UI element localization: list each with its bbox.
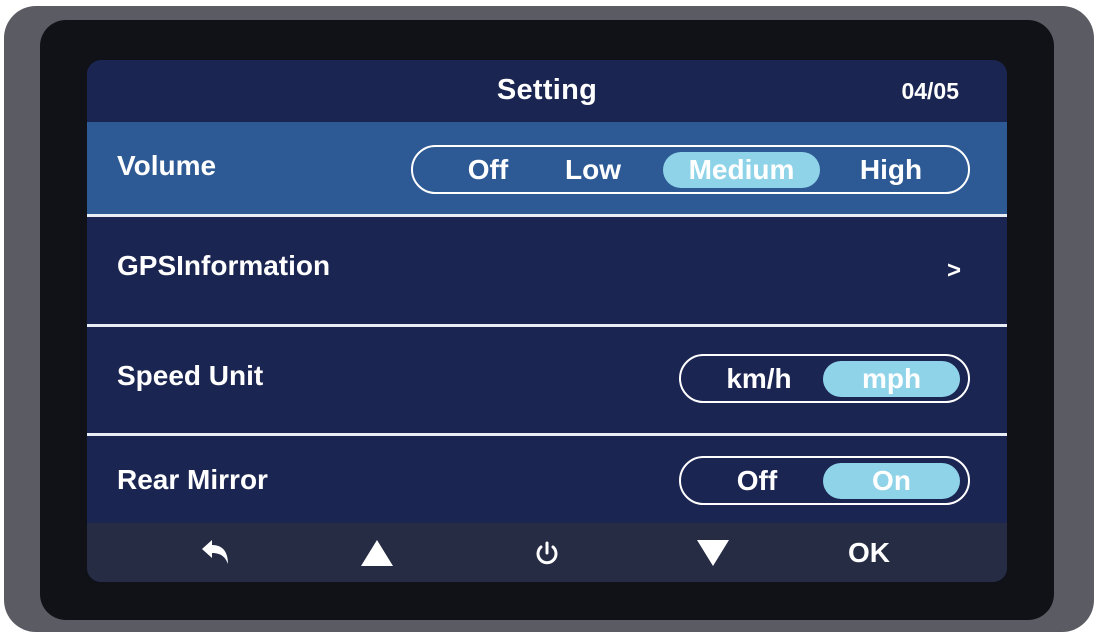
speed-unit-option-group: km/h mph (679, 354, 970, 403)
rear-mirror-option-group: Off On (679, 456, 970, 505)
up-button[interactable] (337, 523, 417, 582)
rear-mirror-option-off[interactable]: Off (717, 463, 797, 499)
speed-unit-option-kmh[interactable]: km/h (707, 361, 811, 397)
row-label-volume: Volume (117, 150, 217, 181)
volume-option-high[interactable]: High (845, 152, 937, 188)
down-arrow-icon (697, 539, 729, 566)
chevron-right-icon: > (946, 257, 961, 284)
ok-button[interactable]: OK (829, 523, 909, 582)
back-icon (202, 539, 228, 564)
volume-option-medium[interactable]: Medium (663, 151, 820, 188)
settings-row-volume[interactable]: Volume Off Low Medium High (87, 122, 1007, 216)
row-label-speed-unit: Speed Unit (117, 360, 264, 391)
bottom-navbar: OK (87, 523, 1007, 582)
settings-screen: Setting 04/05 Volume Off Low Medium High… (87, 60, 1007, 582)
volume-option-off[interactable]: Off (453, 152, 523, 188)
power-button[interactable] (507, 523, 587, 582)
speed-unit-option-mph[interactable]: mph (823, 360, 960, 397)
volume-option-group: Off Low Medium High (411, 145, 970, 194)
rear-mirror-option-on[interactable]: On (823, 462, 960, 499)
row-label-gps-information: GPSInformation (117, 250, 331, 281)
page-indicator: 04/05 (901, 78, 959, 104)
settings-row-rear-mirror[interactable]: Rear Mirror Off On (87, 436, 1007, 523)
page-title: Setting (496, 74, 598, 106)
up-arrow-icon (361, 539, 393, 566)
back-button[interactable] (175, 523, 255, 582)
volume-option-low[interactable]: Low (553, 152, 633, 188)
header: Setting 04/05 (87, 60, 1007, 122)
settings-row-speed-unit[interactable]: Speed Unit km/h mph (87, 327, 1007, 433)
settings-row-gps-information[interactable]: GPSInformation > (87, 217, 1007, 324)
row-label-rear-mirror: Rear Mirror (117, 464, 268, 495)
down-button[interactable] (673, 523, 753, 582)
power-icon (536, 541, 558, 564)
